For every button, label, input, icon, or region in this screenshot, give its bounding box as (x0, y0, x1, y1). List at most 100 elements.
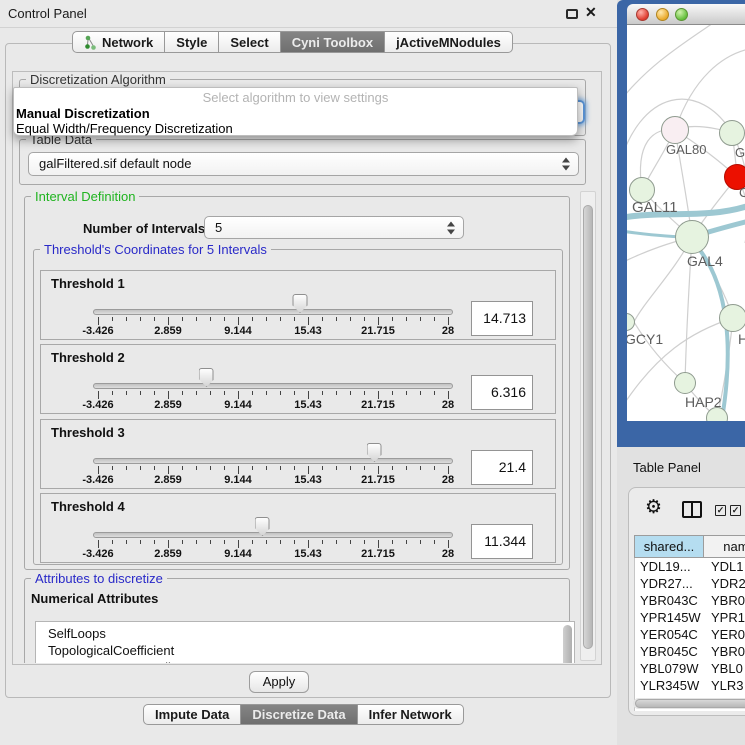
threshold-value-field[interactable]: 14.713 (471, 301, 533, 336)
titlebar-divider (0, 27, 617, 28)
table-row[interactable]: YDR27...YDR2 (635, 575, 745, 592)
checkbox-icon[interactable]: ✓ (715, 505, 726, 516)
node-label: C (739, 185, 745, 200)
table-cell: YBR0 (704, 592, 745, 609)
threshold-slider: Threshold 4 -3.4262.8599.14415.4321.7152… (40, 493, 556, 563)
settings-scrollbar[interactable] (580, 191, 596, 661)
threshold-value-field[interactable]: 21.4 (471, 450, 533, 485)
bottom-tab-bar: Impute Data Discretize Data Infer Networ… (143, 704, 464, 725)
group-title: Threshold's Coordinates for 5 Intervals (40, 242, 271, 257)
tab-style[interactable]: Style (165, 31, 219, 53)
tick-label: 2.859 (154, 474, 182, 486)
node-label: H (738, 331, 745, 347)
tick-label: 15.43 (294, 325, 322, 337)
threshold-value-field[interactable]: 11.344 (471, 524, 533, 559)
dropdown-option-equal-width[interactable]: Equal Width/Frequency Discretization (14, 121, 577, 136)
panel-title: Control Panel (8, 6, 87, 21)
group-title: Discretization Algorithm (26, 72, 170, 87)
combo-value: 5 (215, 220, 222, 235)
attribute-item[interactable]: SelfLoops (36, 625, 574, 642)
network-node[interactable] (719, 304, 745, 332)
table-cell: YBR043C (635, 592, 704, 609)
tab-cyni-toolbox[interactable]: Cyni Toolbox (281, 31, 385, 53)
network-node[interactable] (719, 120, 745, 146)
table-header-row: shared... name (634, 535, 745, 558)
tick-label: 28 (442, 474, 454, 486)
screen: { "control_panel": { "title": "Control P… (0, 0, 745, 745)
apply-button[interactable]: Apply (249, 671, 309, 693)
tab-discretize-data[interactable]: Discretize Data (241, 704, 357, 725)
table-cell: YER0 (704, 626, 745, 643)
combo-stepper-icon (447, 221, 455, 234)
numerical-attributes-list[interactable]: SelfLoopsTopologicalCoefficientBetweenne… (35, 621, 575, 663)
slider-track[interactable] (93, 458, 453, 464)
zoom-traffic-light-icon[interactable] (675, 8, 688, 21)
minimize-traffic-light-icon[interactable] (656, 8, 669, 21)
scrollbar-thumb[interactable] (635, 699, 745, 708)
number-of-intervals-combobox[interactable]: 5 (204, 216, 464, 239)
network-node-gal4[interactable] (675, 220, 709, 254)
threshold-value-field[interactable]: 6.316 (471, 375, 533, 410)
attributes-group: Attributes to discretize Numerical Attri… (24, 578, 570, 663)
table-cell: YLR3 (704, 677, 745, 694)
attribute-item[interactable]: BetweennessCentrality (36, 659, 574, 663)
node-table: shared... name (634, 535, 745, 558)
table-data-combobox[interactable]: galFiltered.sif default node (28, 152, 579, 176)
tick-label: 28 (442, 325, 454, 337)
network-window: GAL80 GA C GAL11 GAL4 GCY1 H HAP2 (617, 0, 745, 447)
table-row[interactable]: YBL079WYBL0 (635, 660, 745, 677)
network-node-hap2[interactable] (674, 372, 696, 394)
float-window-icon[interactable] (566, 9, 578, 19)
tick-label: -3.426 (82, 399, 113, 411)
tick-label: 15.43 (294, 474, 322, 486)
numerical-attributes-label: Numerical Attributes (31, 591, 158, 606)
table-row[interactable]: YBR043CYBR0 (635, 592, 745, 609)
number-of-intervals-label: Number of Intervals (83, 221, 205, 236)
split-columns-icon[interactable] (682, 501, 702, 518)
table-data-group: Table Data galFiltered.sif default node (19, 139, 586, 185)
column-header-name[interactable]: name (704, 535, 745, 558)
tab-impute-data[interactable]: Impute Data (143, 704, 241, 725)
slider-track[interactable] (93, 383, 453, 389)
list-scrollbar[interactable] (563, 625, 572, 663)
dropdown-prompt[interactable]: Select algorithm to view settings (14, 90, 577, 106)
settings-scrollpane: Interval Definition Number of Intervals … (19, 190, 579, 663)
tab-infer-network[interactable]: Infer Network (358, 704, 464, 725)
table-row[interactable]: YPR145WYPR1 (635, 609, 745, 626)
column-header-shared-name[interactable]: shared... (634, 535, 704, 558)
network-node-gal80[interactable] (661, 116, 689, 144)
close-traffic-light-icon[interactable] (636, 8, 649, 21)
table-cell: YBR045C (635, 643, 704, 660)
close-icon[interactable]: ✕ (585, 4, 597, 21)
tab-network[interactable]: Network (72, 31, 165, 53)
network-canvas[interactable]: GAL80 GA C GAL11 GAL4 GCY1 H HAP2 (627, 25, 745, 421)
table-cell: YDR2 (704, 575, 745, 592)
checkbox-icon[interactable]: ✓ (730, 505, 741, 516)
tick-label: 9.144 (224, 548, 252, 560)
tab-jactivemnodules[interactable]: jActiveMNodules (385, 31, 513, 53)
tick-label: 21.715 (361, 399, 395, 411)
scrollbar-thumb[interactable] (583, 205, 593, 649)
tab-select[interactable]: Select (219, 31, 280, 53)
tick-label: 15.43 (294, 548, 322, 560)
combo-value: galFiltered.sif default node (39, 156, 191, 171)
attribute-item[interactable]: TopologicalCoefficient (36, 642, 574, 659)
dropdown-option-manual[interactable]: Manual Discretization (14, 106, 577, 121)
table-panel-title: Table Panel (633, 460, 701, 475)
slider-track[interactable] (93, 309, 453, 315)
node-label: GAL4 (687, 253, 723, 269)
table-row[interactable]: YDL19...YDL1 (635, 558, 745, 575)
table-hscrollbar[interactable] (633, 698, 745, 709)
slider-scale-labels: -3.4262.8599.14415.4321.71528 (98, 474, 448, 486)
node-label: HAP2 (685, 394, 722, 410)
threshold-slider: Threshold 3 -3.4262.8599.14415.4321.7152… (40, 419, 556, 489)
tick-label: 2.859 (154, 548, 182, 560)
table-row[interactable]: YBR045CYBR0 (635, 643, 745, 660)
tick-label: -3.426 (82, 548, 113, 560)
gear-icon[interactable]: ⚙ (645, 496, 662, 518)
table-row[interactable]: YER054CYER0 (635, 626, 745, 643)
slider-track[interactable] (93, 532, 453, 538)
table-row[interactable]: YLR345WYLR3 (635, 677, 745, 694)
table-cell: YER054C (635, 626, 704, 643)
network-window-titlebar[interactable] (627, 4, 745, 25)
